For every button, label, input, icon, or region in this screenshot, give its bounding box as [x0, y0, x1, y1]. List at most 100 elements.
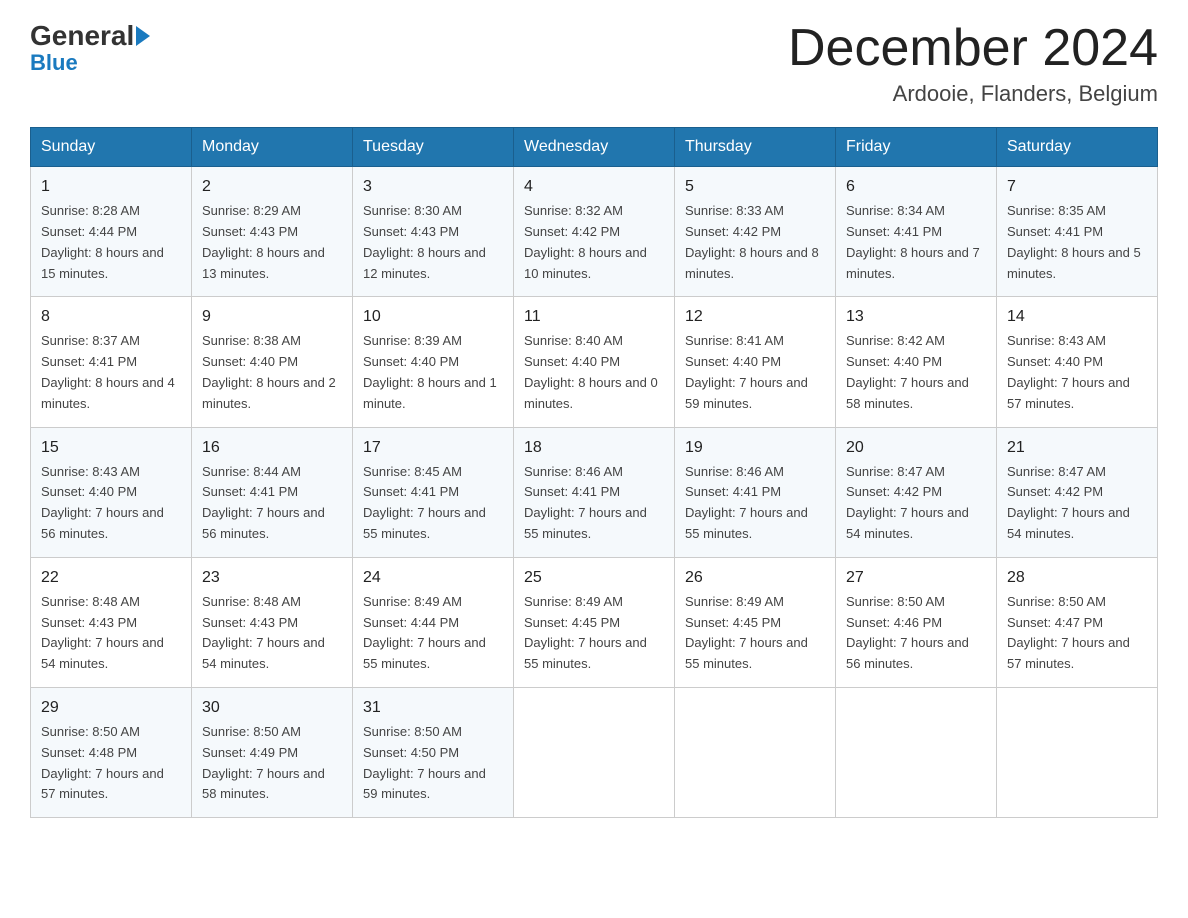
day-number: 23	[202, 566, 342, 590]
day-number: 8	[41, 305, 181, 329]
page-header: General Blue December 2024 Ardooie, Flan…	[30, 20, 1158, 107]
day-number: 3	[363, 175, 503, 199]
location-subtitle: Ardooie, Flanders, Belgium	[788, 81, 1158, 107]
day-info: Sunrise: 8:48 AMSunset: 4:43 PMDaylight:…	[202, 594, 325, 671]
calendar-cell: 29 Sunrise: 8:50 AMSunset: 4:48 PMDaylig…	[31, 687, 192, 817]
day-info: Sunrise: 8:29 AMSunset: 4:43 PMDaylight:…	[202, 203, 325, 280]
calendar-cell: 1 Sunrise: 8:28 AMSunset: 4:44 PMDayligh…	[31, 167, 192, 297]
day-info: Sunrise: 8:49 AMSunset: 4:44 PMDaylight:…	[363, 594, 486, 671]
calendar-body: 1 Sunrise: 8:28 AMSunset: 4:44 PMDayligh…	[31, 167, 1158, 818]
calendar-cell: 26 Sunrise: 8:49 AMSunset: 4:45 PMDaylig…	[675, 557, 836, 687]
calendar-cell: 25 Sunrise: 8:49 AMSunset: 4:45 PMDaylig…	[514, 557, 675, 687]
calendar-cell: 31 Sunrise: 8:50 AMSunset: 4:50 PMDaylig…	[353, 687, 514, 817]
day-info: Sunrise: 8:48 AMSunset: 4:43 PMDaylight:…	[41, 594, 164, 671]
day-info: Sunrise: 8:46 AMSunset: 4:41 PMDaylight:…	[524, 464, 647, 541]
calendar-cell: 13 Sunrise: 8:42 AMSunset: 4:40 PMDaylig…	[836, 297, 997, 427]
calendar-cell: 28 Sunrise: 8:50 AMSunset: 4:47 PMDaylig…	[997, 557, 1158, 687]
calendar-header-row: SundayMondayTuesdayWednesdayThursdayFrid…	[31, 128, 1158, 167]
day-number: 29	[41, 696, 181, 720]
calendar-cell: 19 Sunrise: 8:46 AMSunset: 4:41 PMDaylig…	[675, 427, 836, 557]
column-header-friday: Friday	[836, 128, 997, 167]
day-info: Sunrise: 8:50 AMSunset: 4:50 PMDaylight:…	[363, 724, 486, 801]
calendar-cell: 18 Sunrise: 8:46 AMSunset: 4:41 PMDaylig…	[514, 427, 675, 557]
day-info: Sunrise: 8:50 AMSunset: 4:47 PMDaylight:…	[1007, 594, 1130, 671]
calendar-table: SundayMondayTuesdayWednesdayThursdayFrid…	[30, 127, 1158, 818]
day-info: Sunrise: 8:49 AMSunset: 4:45 PMDaylight:…	[524, 594, 647, 671]
calendar-cell: 23 Sunrise: 8:48 AMSunset: 4:43 PMDaylig…	[192, 557, 353, 687]
day-info: Sunrise: 8:46 AMSunset: 4:41 PMDaylight:…	[685, 464, 808, 541]
calendar-cell: 5 Sunrise: 8:33 AMSunset: 4:42 PMDayligh…	[675, 167, 836, 297]
logo: General Blue	[30, 20, 150, 76]
day-info: Sunrise: 8:50 AMSunset: 4:48 PMDaylight:…	[41, 724, 164, 801]
calendar-cell	[836, 687, 997, 817]
calendar-cell: 21 Sunrise: 8:47 AMSunset: 4:42 PMDaylig…	[997, 427, 1158, 557]
logo-blue-text: Blue	[30, 50, 78, 76]
calendar-cell: 16 Sunrise: 8:44 AMSunset: 4:41 PMDaylig…	[192, 427, 353, 557]
day-number: 4	[524, 175, 664, 199]
day-number: 15	[41, 436, 181, 460]
calendar-cell: 11 Sunrise: 8:40 AMSunset: 4:40 PMDaylig…	[514, 297, 675, 427]
logo-general: General	[30, 20, 150, 52]
calendar-cell: 10 Sunrise: 8:39 AMSunset: 4:40 PMDaylig…	[353, 297, 514, 427]
calendar-cell: 2 Sunrise: 8:29 AMSunset: 4:43 PMDayligh…	[192, 167, 353, 297]
day-number: 17	[363, 436, 503, 460]
column-header-monday: Monday	[192, 128, 353, 167]
calendar-cell: 20 Sunrise: 8:47 AMSunset: 4:42 PMDaylig…	[836, 427, 997, 557]
day-number: 25	[524, 566, 664, 590]
column-header-thursday: Thursday	[675, 128, 836, 167]
calendar-cell	[675, 687, 836, 817]
day-info: Sunrise: 8:47 AMSunset: 4:42 PMDaylight:…	[1007, 464, 1130, 541]
calendar-cell: 7 Sunrise: 8:35 AMSunset: 4:41 PMDayligh…	[997, 167, 1158, 297]
day-number: 13	[846, 305, 986, 329]
day-number: 10	[363, 305, 503, 329]
day-number: 26	[685, 566, 825, 590]
day-info: Sunrise: 8:40 AMSunset: 4:40 PMDaylight:…	[524, 333, 658, 410]
logo-general-text: General	[30, 20, 134, 52]
day-number: 22	[41, 566, 181, 590]
day-number: 5	[685, 175, 825, 199]
calendar-cell: 14 Sunrise: 8:43 AMSunset: 4:40 PMDaylig…	[997, 297, 1158, 427]
calendar-cell: 15 Sunrise: 8:43 AMSunset: 4:40 PMDaylig…	[31, 427, 192, 557]
calendar-week-row: 29 Sunrise: 8:50 AMSunset: 4:48 PMDaylig…	[31, 687, 1158, 817]
day-number: 16	[202, 436, 342, 460]
day-info: Sunrise: 8:43 AMSunset: 4:40 PMDaylight:…	[41, 464, 164, 541]
calendar-week-row: 15 Sunrise: 8:43 AMSunset: 4:40 PMDaylig…	[31, 427, 1158, 557]
day-info: Sunrise: 8:45 AMSunset: 4:41 PMDaylight:…	[363, 464, 486, 541]
day-info: Sunrise: 8:47 AMSunset: 4:42 PMDaylight:…	[846, 464, 969, 541]
day-info: Sunrise: 8:39 AMSunset: 4:40 PMDaylight:…	[363, 333, 497, 410]
calendar-cell: 8 Sunrise: 8:37 AMSunset: 4:41 PMDayligh…	[31, 297, 192, 427]
calendar-cell: 17 Sunrise: 8:45 AMSunset: 4:41 PMDaylig…	[353, 427, 514, 557]
day-info: Sunrise: 8:50 AMSunset: 4:46 PMDaylight:…	[846, 594, 969, 671]
title-area: December 2024 Ardooie, Flanders, Belgium	[788, 20, 1158, 107]
column-header-wednesday: Wednesday	[514, 128, 675, 167]
column-header-saturday: Saturday	[997, 128, 1158, 167]
day-number: 12	[685, 305, 825, 329]
day-info: Sunrise: 8:34 AMSunset: 4:41 PMDaylight:…	[846, 203, 980, 280]
calendar-cell	[997, 687, 1158, 817]
day-info: Sunrise: 8:35 AMSunset: 4:41 PMDaylight:…	[1007, 203, 1141, 280]
logo-arrow-icon	[136, 26, 150, 46]
day-number: 20	[846, 436, 986, 460]
day-number: 18	[524, 436, 664, 460]
day-info: Sunrise: 8:38 AMSunset: 4:40 PMDaylight:…	[202, 333, 336, 410]
day-info: Sunrise: 8:41 AMSunset: 4:40 PMDaylight:…	[685, 333, 808, 410]
day-info: Sunrise: 8:43 AMSunset: 4:40 PMDaylight:…	[1007, 333, 1130, 410]
calendar-cell: 3 Sunrise: 8:30 AMSunset: 4:43 PMDayligh…	[353, 167, 514, 297]
day-number: 24	[363, 566, 503, 590]
calendar-cell: 9 Sunrise: 8:38 AMSunset: 4:40 PMDayligh…	[192, 297, 353, 427]
day-number: 11	[524, 305, 664, 329]
day-number: 6	[846, 175, 986, 199]
calendar-cell: 27 Sunrise: 8:50 AMSunset: 4:46 PMDaylig…	[836, 557, 997, 687]
calendar-week-row: 1 Sunrise: 8:28 AMSunset: 4:44 PMDayligh…	[31, 167, 1158, 297]
day-info: Sunrise: 8:37 AMSunset: 4:41 PMDaylight:…	[41, 333, 175, 410]
day-number: 30	[202, 696, 342, 720]
day-number: 21	[1007, 436, 1147, 460]
column-header-tuesday: Tuesday	[353, 128, 514, 167]
column-header-sunday: Sunday	[31, 128, 192, 167]
day-number: 14	[1007, 305, 1147, 329]
day-info: Sunrise: 8:42 AMSunset: 4:40 PMDaylight:…	[846, 333, 969, 410]
day-info: Sunrise: 8:33 AMSunset: 4:42 PMDaylight:…	[685, 203, 819, 280]
day-number: 28	[1007, 566, 1147, 590]
day-info: Sunrise: 8:32 AMSunset: 4:42 PMDaylight:…	[524, 203, 647, 280]
day-number: 1	[41, 175, 181, 199]
